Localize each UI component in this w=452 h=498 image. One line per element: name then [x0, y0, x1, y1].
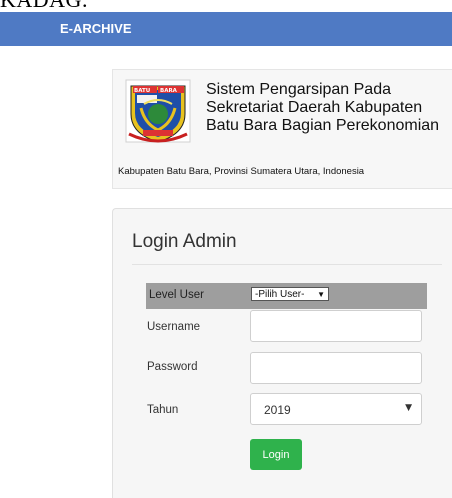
year-selected: 2019: [264, 403, 291, 417]
password-label: Password: [147, 361, 198, 373]
batu-bara-emblem-icon: BATU BARA: [125, 79, 191, 143]
level-user-select[interactable]: -Pilih User- ▼: [251, 287, 329, 301]
app-subtitle: Kabupaten Batu Bara, Provinsi Sumatera U…: [118, 166, 365, 177]
login-button[interactable]: Login: [250, 439, 302, 470]
password-input[interactable]: [250, 352, 422, 384]
level-user-selected: -Pilih User-: [255, 289, 305, 300]
level-user-row: Level User -Pilih User- ▼: [146, 283, 427, 309]
dropdown-arrow-icon: ▼: [317, 290, 325, 299]
login-title: Login Admin: [132, 231, 237, 252]
level-user-label: Level User: [149, 289, 204, 301]
year-label: Tahun: [147, 404, 179, 416]
login-panel: Login Admin Level User -Pilih User- ▼ Us…: [112, 208, 452, 498]
navbar-brand[interactable]: E-ARCHIVE: [60, 21, 132, 36]
svg-text:BARA: BARA: [160, 88, 178, 94]
navbar: E-ARCHIVE: [0, 12, 452, 46]
username-input[interactable]: [250, 310, 422, 342]
divider: [132, 264, 442, 265]
chevron-down-icon: ▼: [405, 403, 412, 413]
app-title: Sistem Pengarsipan Pada Sekretariat Daer…: [206, 81, 440, 134]
username-label: Username: [147, 321, 201, 333]
year-select[interactable]: 2019 ▼: [250, 393, 422, 425]
svg-text:BATU: BATU: [134, 88, 150, 94]
app-header: BATU BARA Sistem Pengarsipan Pada Sekret…: [112, 69, 452, 189]
